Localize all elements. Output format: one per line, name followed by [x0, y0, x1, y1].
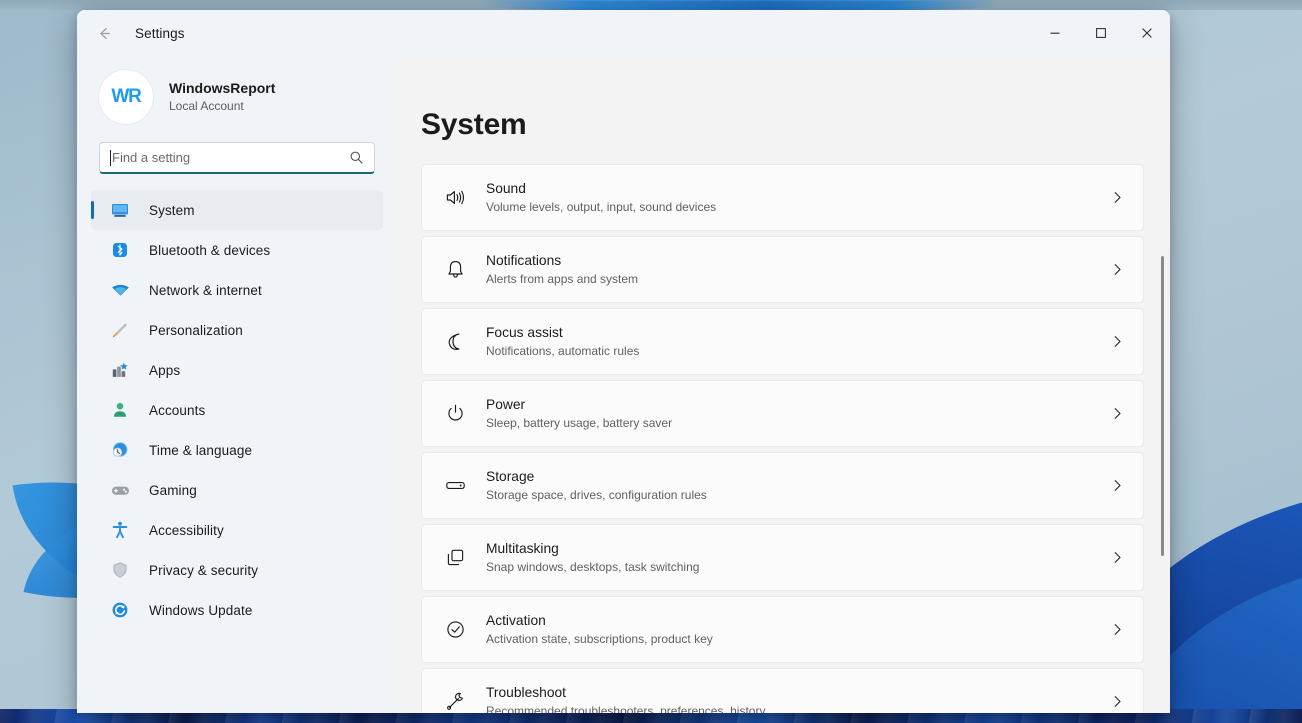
sidebar-item-label: Accounts — [149, 402, 206, 418]
settings-card-troubleshoot[interactable]: Troubleshoot Recommended troubleshooters… — [421, 668, 1144, 713]
accessibility-icon — [107, 517, 133, 543]
card-title: Storage — [486, 468, 535, 484]
chevron-right-icon — [1114, 480, 1121, 491]
settings-card-storage[interactable]: Storage Storage space, drives, configura… — [421, 452, 1144, 519]
card-subtitle: Notifications, automatic rules — [486, 343, 640, 358]
card-subtitle: Alerts from apps and system — [486, 271, 639, 286]
paintbrush-icon — [107, 317, 133, 343]
window-controls — [1032, 10, 1170, 56]
search-container — [91, 134, 383, 188]
shield-icon — [107, 557, 133, 583]
account-card[interactable]: WR WindowsReport Local Account — [91, 56, 383, 134]
sidebar-item-personalization[interactable]: Personalization — [91, 310, 383, 350]
sidebar-item-network-internet[interactable]: Network & internet — [91, 270, 383, 310]
page-title: System — [421, 108, 527, 141]
monitor-icon — [107, 197, 133, 223]
account-type: Local Account — [169, 99, 244, 114]
card-title: Multitasking — [486, 540, 559, 556]
bluetooth-icon — [107, 237, 133, 263]
sidebar-item-label: Windows Update — [149, 602, 253, 618]
clock-globe-icon — [107, 437, 133, 463]
check-circle-icon — [438, 613, 472, 647]
settings-card-notifications[interactable]: Notifications Alerts from apps and syste… — [421, 236, 1144, 303]
settings-card-list: Sound Volume levels, output, input, soun… — [421, 164, 1144, 713]
sidebar-item-windows-update[interactable]: Windows Update — [91, 590, 383, 630]
card-subtitle: Recommended troubleshooters, preferences… — [486, 703, 766, 713]
window-title: Settings — [135, 25, 185, 41]
card-title: Notifications — [486, 252, 562, 268]
text-caret — [110, 149, 111, 166]
sidebar: WR WindowsReport Local Account Find a se… — [77, 56, 397, 713]
avatar: WR — [99, 70, 153, 124]
sidebar-item-gaming[interactable]: Gaming — [91, 470, 383, 510]
card-subtitle: Activation state, subscriptions, product… — [486, 631, 713, 646]
wrench-icon — [438, 685, 472, 714]
window-body: WR WindowsReport Local Account Find a se… — [77, 56, 1170, 713]
card-title: Power — [486, 396, 526, 412]
windows-stack-icon — [438, 541, 472, 575]
card-title: Troubleshoot — [486, 684, 567, 700]
sidebar-item-label: System — [149, 202, 195, 218]
drive-icon — [438, 469, 472, 503]
account-name: WindowsReport — [169, 80, 276, 97]
sidebar-item-label: Bluetooth & devices — [149, 242, 271, 258]
sidebar-item-bluetooth-devices[interactable]: Bluetooth & devices — [91, 230, 383, 270]
chevron-right-icon — [1114, 552, 1121, 563]
search-icon — [350, 151, 363, 164]
titlebar: Settings — [77, 10, 1170, 56]
person-icon — [107, 397, 133, 423]
sidebar-item-privacy-security[interactable]: Privacy & security — [91, 550, 383, 590]
chevron-right-icon — [1114, 264, 1121, 275]
settings-card-power[interactable]: Power Sleep, battery usage, battery save… — [421, 380, 1144, 447]
card-subtitle: Sleep, battery usage, battery saver — [486, 415, 673, 430]
speaker-icon — [438, 181, 472, 215]
sidebar-item-apps[interactable]: Apps — [91, 350, 383, 390]
sidebar-item-label: Gaming — [149, 482, 197, 498]
bell-icon — [438, 253, 472, 287]
avatar-initials: WR — [111, 86, 141, 107]
back-button[interactable] — [87, 18, 121, 48]
card-title: Activation — [486, 612, 546, 628]
card-subtitle: Snap windows, desktops, task switching — [486, 559, 700, 574]
settings-card-sound[interactable]: Sound Volume levels, output, input, soun… — [421, 164, 1144, 231]
search-input[interactable] — [112, 150, 343, 165]
apps-grid-icon — [107, 357, 133, 383]
search-box[interactable] — [99, 142, 375, 174]
main-scrollbar-thumb[interactable] — [1161, 256, 1164, 556]
minimize-button[interactable] — [1032, 10, 1078, 56]
sidebar-item-label: Personalization — [149, 322, 243, 338]
update-refresh-icon — [107, 597, 133, 623]
chevron-right-icon — [1114, 336, 1121, 347]
sidebar-item-accounts[interactable]: Accounts — [91, 390, 383, 430]
sidebar-item-accessibility[interactable]: Accessibility — [91, 510, 383, 550]
power-icon — [438, 397, 472, 431]
settings-card-multitasking[interactable]: Multitasking Snap windows, desktops, tas… — [421, 524, 1144, 591]
sidebar-item-label: Accessibility — [149, 522, 224, 538]
sidebar-nav: System Bluetooth & devices Network & int… — [91, 188, 383, 630]
chevron-right-icon — [1114, 624, 1121, 635]
sidebar-item-label: Privacy & security — [149, 562, 259, 578]
card-title: Sound — [486, 180, 526, 196]
desktop-wallpaper: Settings WR WindowsReport Local Account … — [0, 0, 1302, 723]
sidebar-item-label: Apps — [149, 362, 181, 378]
chevron-right-icon — [1114, 192, 1121, 203]
chevron-right-icon — [1114, 408, 1121, 419]
maximize-button[interactable] — [1078, 10, 1124, 56]
main-pane: System Sound Volume levels, output, inpu… — [397, 56, 1170, 713]
card-subtitle: Volume levels, output, input, sound devi… — [486, 199, 717, 214]
sidebar-item-system[interactable]: System — [91, 190, 383, 230]
moon-icon — [438, 325, 472, 359]
close-button[interactable] — [1124, 10, 1170, 56]
card-title: Focus assist — [486, 324, 563, 340]
card-subtitle: Storage space, drives, configuration rul… — [486, 487, 707, 502]
gamepad-icon — [107, 477, 133, 503]
settings-card-focus-assist[interactable]: Focus assist Notifications, automatic ru… — [421, 308, 1144, 375]
sidebar-item-time-language[interactable]: Time & language — [91, 430, 383, 470]
settings-window: Settings WR WindowsReport Local Account … — [77, 10, 1170, 713]
sidebar-item-label: Network & internet — [149, 282, 262, 298]
sidebar-item-label: Time & language — [149, 442, 253, 458]
settings-card-activation[interactable]: Activation Activation state, subscriptio… — [421, 596, 1144, 663]
wifi-icon — [107, 277, 133, 303]
chevron-right-icon — [1114, 696, 1121, 707]
